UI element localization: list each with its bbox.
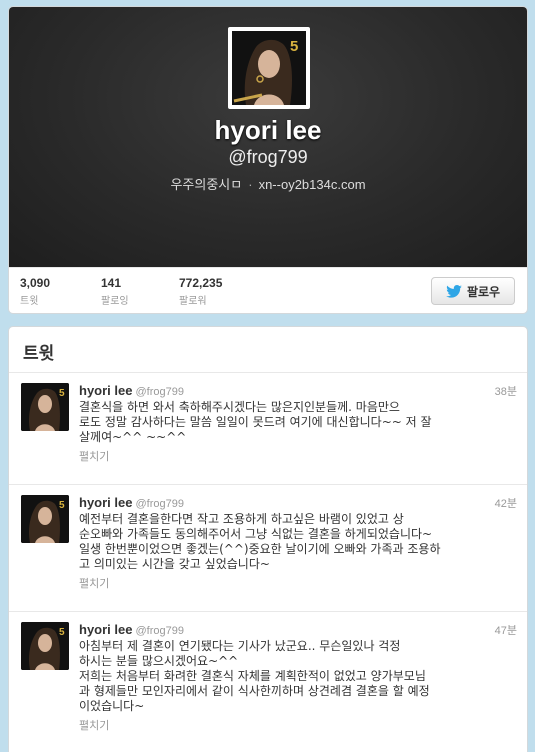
- stats-bar: 3,090 트윗 141 팔로잉 772,235 팔로워 팔로우: [9, 267, 527, 313]
- tweets-card: 트윗 5 hyori lee @frog799 38분 결혼식을 하면 와서 축하…: [8, 326, 528, 752]
- tweet-text: 예전부터 결혼을한다면 작고 조용하게 하고싶은 바램이 있었고 상 순오빠와 …: [79, 512, 441, 571]
- stat-followers-label: 팔로워: [179, 296, 207, 307]
- profile-location: 우주의중시ㅁ: [170, 177, 243, 192]
- tweet-text: 결혼식을 하면 와서 축하해주시겠다는 많은지인분들께. 마음만으 로도 정말 …: [79, 400, 432, 444]
- tweet-item[interactable]: 5 hyori lee @frog799 42분 예전부터 결혼을한다면 작고 조…: [9, 485, 527, 612]
- stat-following[interactable]: 141 팔로잉: [101, 276, 129, 307]
- svg-text:5: 5: [290, 38, 298, 55]
- avatar-image: 5: [21, 622, 69, 670]
- stat-followers-count: 772,235: [179, 276, 223, 290]
- tweet-text: 아침부터 제 결혼이 연기됐다는 기사가 났군요.. 무슨일있나 걱정 하시는 …: [79, 639, 430, 713]
- profile-avatar[interactable]: 5: [228, 27, 310, 109]
- tweet-expand-link[interactable]: 펼치기: [79, 717, 517, 733]
- stat-tweets-count: 3,090: [20, 276, 51, 290]
- tweet-author-handle[interactable]: @frog799: [135, 498, 183, 510]
- tweet-avatar[interactable]: 5: [21, 495, 69, 543]
- tweet-timestamp[interactable]: 38분: [495, 383, 517, 399]
- profile-website-link[interactable]: xn--oy2b134c.com: [259, 177, 366, 192]
- svg-text:5: 5: [59, 500, 65, 511]
- tweet-author-name[interactable]: hyori lee: [79, 383, 132, 398]
- follow-button[interactable]: 팔로우: [431, 277, 515, 305]
- stat-tweets-label: 트윗: [20, 296, 39, 307]
- tweet-expand-link[interactable]: 펼치기: [79, 575, 517, 591]
- tweets-heading: 트윗: [9, 327, 527, 373]
- profile-handle: @frog799: [228, 147, 308, 167]
- svg-text:5: 5: [59, 388, 65, 399]
- twitter-bird-icon: [446, 284, 462, 298]
- tweet-avatar[interactable]: 5: [21, 622, 69, 670]
- stat-following-count: 141: [101, 276, 122, 290]
- tweet-timestamp[interactable]: 42분: [495, 495, 517, 511]
- follow-button-label: 팔로우: [466, 284, 501, 299]
- tweet-author-handle[interactable]: @frog799: [135, 625, 183, 637]
- tweet-item[interactable]: 5 hyori lee @frog799 47분 아침부터 제 결혼이 연기됐다는…: [9, 612, 527, 752]
- tweet-expand-link[interactable]: 펼치기: [79, 448, 517, 464]
- tweet-item[interactable]: 5 hyori lee @frog799 38분 결혼식을 하면 와서 축하해주시…: [9, 373, 527, 485]
- avatar-image: 5: [21, 383, 69, 431]
- avatar-image: 5: [232, 31, 306, 105]
- stat-followers[interactable]: 772,235 팔로워: [179, 276, 222, 307]
- profile-header: 5 hyori lee @frog799 우주의중시ㅁ · xn--oy2b134c…: [9, 7, 527, 267]
- tweet-avatar[interactable]: 5: [21, 383, 69, 431]
- stat-tweets[interactable]: 3,090 트윗: [20, 276, 50, 307]
- profile-name: hyori lee: [214, 115, 322, 145]
- separator-dot: ·: [248, 177, 253, 192]
- tweet-author-handle[interactable]: @frog799: [135, 386, 183, 398]
- avatar-image: 5: [21, 495, 69, 543]
- profile-meta: 우주의중시ㅁ · xn--oy2b134c.com: [9, 174, 527, 193]
- profile-card: 5 hyori lee @frog799 우주의중시ㅁ · xn--oy2b134c…: [8, 6, 528, 314]
- tweet-author-name[interactable]: hyori lee: [79, 495, 132, 510]
- tweet-author-name[interactable]: hyori lee: [79, 622, 132, 637]
- svg-text:5: 5: [59, 627, 65, 638]
- tweet-timestamp[interactable]: 47분: [495, 622, 517, 638]
- stat-following-label: 팔로잉: [101, 296, 129, 307]
